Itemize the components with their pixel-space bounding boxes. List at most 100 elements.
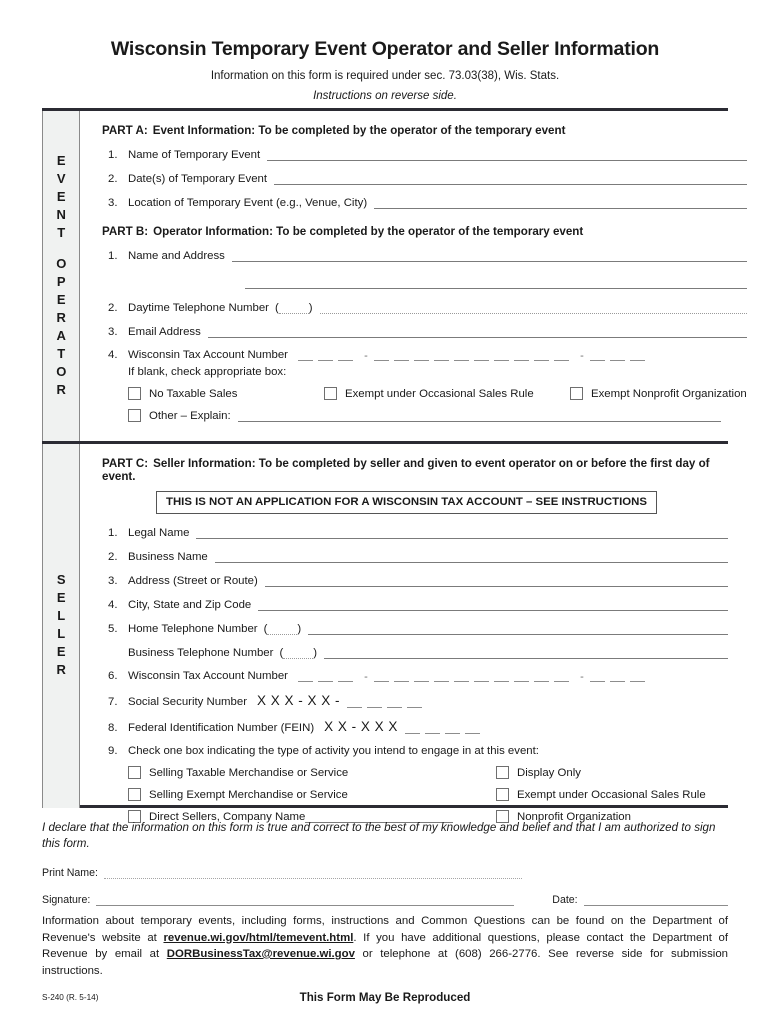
part-c-item-6: 6. Wisconsin Tax Account Number - - <box>102 670 728 683</box>
part-b-item-1-line2 <box>102 276 747 289</box>
checkbox-display-only[interactable]: Display Only <box>496 766 581 779</box>
date-label: Date: <box>552 894 578 906</box>
item-number: 5. <box>108 623 118 635</box>
signature-input[interactable] <box>96 894 515 906</box>
checkbox-icon[interactable] <box>570 387 583 400</box>
part-c-label: PART C: <box>102 457 149 470</box>
operator-tax-account-input[interactable]: - - <box>297 350 650 362</box>
event-dates-input[interactable] <box>274 172 747 185</box>
part-b-title: Operator Information: To be completed by… <box>153 225 584 238</box>
declaration-block: I declare that the information on this f… <box>42 820 728 906</box>
operator-email-input[interactable] <box>207 325 747 338</box>
seller-business-area-code-input[interactable] <box>283 647 314 659</box>
item-number: 1. <box>108 527 118 539</box>
checkbox-label-other: Other – Explain: <box>149 410 231 422</box>
item-label: City, State and Zip Code <box>128 599 252 611</box>
checkbox-selling-exempt[interactable]: Selling Exempt Merchandise or Service <box>128 788 496 801</box>
checkbox-no-taxable-sales[interactable]: No Taxable Sales <box>128 387 324 400</box>
event-name-input[interactable] <box>267 148 747 161</box>
item-number: 2. <box>108 551 118 563</box>
checkbox-icon[interactable] <box>128 788 141 801</box>
item-label: Federal Identification Number (FEIN) <box>128 722 315 734</box>
website-link[interactable]: revenue.wi.gov/html/temevent.html <box>163 932 353 944</box>
footer-info-text: Information about temporary events, incl… <box>42 913 728 979</box>
checkbox-icon[interactable] <box>496 766 509 779</box>
operator-name-address-input[interactable] <box>231 249 747 262</box>
email-link[interactable]: DORBusinessTax@revenue.wi.gov <box>167 948 355 960</box>
dash-separator: - <box>580 350 584 362</box>
seller-home-phone-input[interactable] <box>308 622 728 635</box>
item-number: 8. <box>108 722 118 734</box>
part-b-label: PART B: <box>102 225 149 238</box>
part-c-item-3: 3. Address (Street or Route) <box>102 574 728 587</box>
declaration-text: I declare that the information on this f… <box>42 821 716 850</box>
seller-address-input[interactable] <box>264 574 728 587</box>
checkbox-icon[interactable] <box>324 387 337 400</box>
part-c-item-7: 7. Social Security Number X X X - X X - <box>102 693 728 708</box>
fein-mask: X X - X X X <box>324 719 398 734</box>
reproduce-notice: This Form May Be Reproduced <box>299 991 471 1004</box>
ssn-group[interactable]: X X X - X X - <box>257 693 427 708</box>
other-explain-input[interactable] <box>237 409 721 422</box>
item-label: Business Name <box>128 551 208 563</box>
item-number: 1. <box>108 250 118 262</box>
footer-block: Information about temporary events, incl… <box>42 913 728 1009</box>
seller-tax-account-input[interactable]: - - <box>297 671 650 683</box>
checkbox-icon[interactable] <box>128 766 141 779</box>
seller-legal-name-input[interactable] <box>196 526 728 539</box>
statute-note: Information on this form is required und… <box>210 70 560 82</box>
part-a-item-3: 3. Location of Temporary Event (e.g., Ve… <box>102 196 747 209</box>
checkbox-exempt-nonprofit[interactable]: Exempt Nonprofit Organization <box>570 387 747 400</box>
item-label: Wisconsin Tax Account Number <box>128 349 288 361</box>
checkbox-selling-taxable[interactable]: Selling Taxable Merchandise or Service <box>128 766 496 779</box>
checkbox-exempt-occasional-sales[interactable]: Exempt under Occasional Sales Rule <box>324 387 570 400</box>
checkbox-icon-other[interactable] <box>128 409 141 422</box>
part-c-item-4: 4. City, State and Zip Code <box>102 598 728 611</box>
form-body: EVENT OPERATOR PART A: Event Information:… <box>42 108 747 823</box>
operator-address-line2-input[interactable] <box>245 276 747 289</box>
item-number: 3. <box>108 326 118 338</box>
item-label: Home Telephone Number <box>128 623 258 635</box>
print-name-input[interactable] <box>103 867 522 879</box>
checkbox-exempt-occasional-sales[interactable]: Exempt under Occasional Sales Rule <box>496 788 706 801</box>
item-number: 9. <box>108 745 118 757</box>
checkbox-icon[interactable] <box>496 788 509 801</box>
item-label: Business Telephone Number <box>128 647 274 659</box>
not-an-application-notice: THIS IS NOT AN APPLICATION FOR A WISCONS… <box>156 491 657 514</box>
checkbox-icon[interactable] <box>128 387 141 400</box>
signature-label: Signature: <box>42 894 91 906</box>
part-a-title: Event Information: To be completed by th… <box>152 124 566 137</box>
sidebar-operator-text: OPERATOR <box>53 255 69 400</box>
form-number: S-240 (R. 5-14) <box>42 993 99 1002</box>
part-c-title: Seller Information: To be completed by s… <box>102 457 710 483</box>
part-c-item-8: 8. Federal Identification Number (FEIN) … <box>102 719 728 734</box>
sidebar-event-text: EVENT <box>53 152 69 243</box>
instructions-note: Instructions on reverse side. <box>313 90 457 102</box>
seller-business-name-input[interactable] <box>214 550 728 563</box>
event-location-input[interactable] <box>374 196 747 209</box>
item-label: Location of Temporary Event (e.g., Venue… <box>128 197 368 209</box>
item-number: 2. <box>108 173 118 185</box>
checkbox-label: Exempt under Occasional Sales Rule <box>345 388 534 400</box>
item-number: 7. <box>108 696 118 708</box>
date-input[interactable] <box>583 894 728 906</box>
activity-row-1: Selling Taxable Merchandise or Service D… <box>102 766 728 779</box>
item-number: 4. <box>108 349 118 361</box>
part-c-item-5: 5. Home Telephone Number () <box>102 622 728 635</box>
sidebar-label-seller: SELLER <box>42 444 80 808</box>
item-label: Email Address <box>128 326 201 338</box>
item-label: Check one box indicating the type of act… <box>128 745 539 757</box>
seller-city-state-zip-input[interactable] <box>258 598 728 611</box>
signature-row: Signature: Date: <box>42 894 728 906</box>
area-code-group: () <box>274 302 313 314</box>
seller-home-area-code-input[interactable] <box>267 623 298 635</box>
operator-phone-input[interactable] <box>319 301 747 314</box>
item-label: Legal Name <box>128 527 190 539</box>
form-header: Wisconsin Temporary Event Operator and S… <box>0 0 770 102</box>
fein-group[interactable]: X X - X X X <box>324 719 485 734</box>
checkbox-label: No Taxable Sales <box>149 388 238 400</box>
page-title: Wisconsin Temporary Event Operator and S… <box>110 38 660 60</box>
part-c-content: PART C: Seller Information: To be complet… <box>80 444 728 823</box>
seller-business-phone-input[interactable] <box>324 646 728 659</box>
operator-area-code-input[interactable] <box>278 302 309 314</box>
